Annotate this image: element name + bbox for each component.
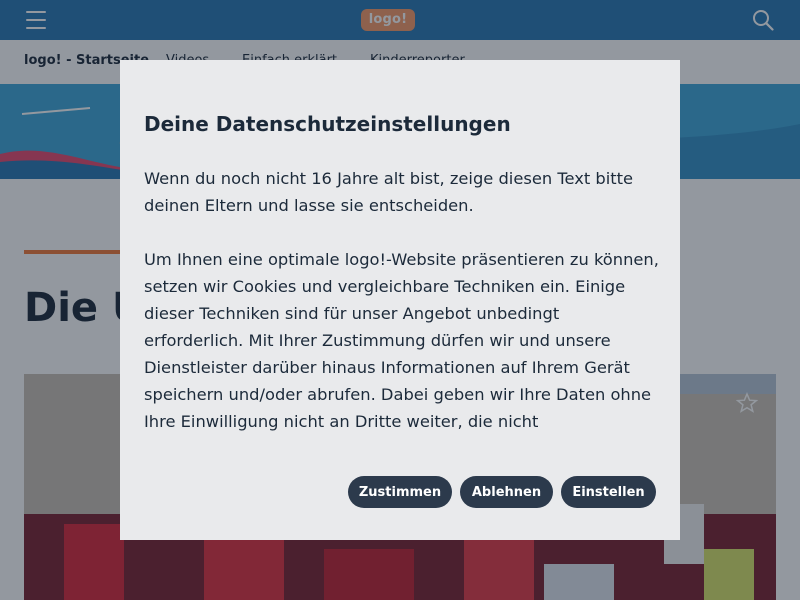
settings-button[interactable]: Einstellen	[561, 476, 656, 508]
reject-button[interactable]: Ablehnen	[460, 476, 553, 508]
accept-button[interactable]: Zustimmen	[348, 476, 452, 508]
dialog-text-scroll[interactable]: Wenn du noch nicht 16 Jahre alt bist, ze…	[144, 165, 659, 435]
dialog-buttons: Zustimmen Ablehnen Einstellen	[0, 476, 656, 508]
dialog-paragraph-cookie-info: Um Ihnen eine optimale logo!-Website prä…	[144, 250, 659, 431]
page: logo! logo! - Startseite Videos Einfach …	[0, 0, 800, 600]
dialog-title: Deine Datenschutzeinstellungen	[144, 112, 511, 136]
dialog-paragraph-age-notice: Wenn du noch nicht 16 Jahre alt bist, ze…	[144, 169, 634, 215]
